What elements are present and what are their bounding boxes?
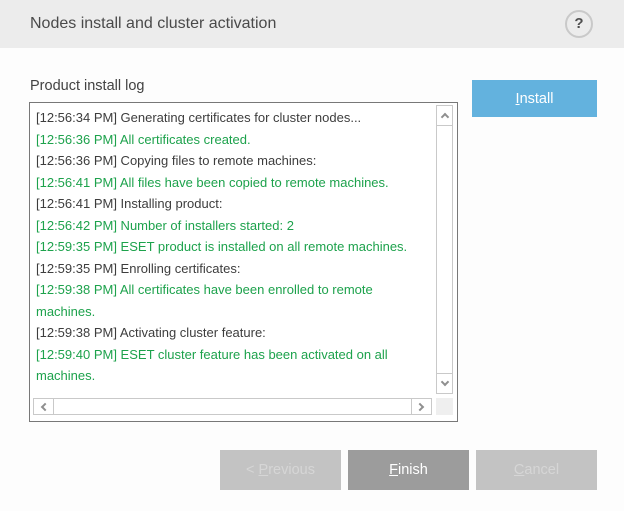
chevron-down-icon bbox=[440, 378, 448, 386]
title-bar: Nodes install and cluster activation ? bbox=[0, 0, 624, 48]
scrollbar-corner bbox=[436, 398, 453, 415]
vertical-scrollbar[interactable] bbox=[436, 105, 453, 394]
log-section-label: Product install log bbox=[30, 78, 144, 94]
chevron-left-icon bbox=[41, 402, 49, 410]
wizard-dialog: Nodes install and cluster activation ? P… bbox=[0, 0, 624, 511]
cancel-button[interactable]: Cancel bbox=[476, 450, 597, 490]
finish-button[interactable]: Finish bbox=[348, 450, 469, 490]
scroll-down-button[interactable] bbox=[437, 373, 452, 393]
install-button[interactable]: Install bbox=[472, 80, 597, 117]
log-entry: [12:59:35 PM] ESET product is installed … bbox=[36, 236, 435, 258]
horizontal-scrollbar[interactable] bbox=[33, 398, 432, 415]
previous-button[interactable]: < Previous bbox=[220, 450, 341, 490]
scroll-left-button[interactable] bbox=[34, 399, 54, 414]
log-entry: [12:56:42 PM] Number of installers start… bbox=[36, 215, 435, 237]
question-mark-icon: ? bbox=[574, 15, 583, 32]
log-entry: [12:56:41 PM] Installing product: bbox=[36, 193, 435, 215]
log-entry: [12:56:41 PM] All files have been copied… bbox=[36, 172, 435, 194]
log-entry: [12:56:36 PM] Copying files to remote ma… bbox=[36, 150, 435, 172]
log-entry: [12:56:34 PM] Generating certificates fo… bbox=[36, 107, 435, 129]
log-text: [12:56:34 PM] Generating certificates fo… bbox=[36, 107, 435, 387]
scroll-up-button[interactable] bbox=[437, 106, 452, 126]
log-entry: [12:59:35 PM] Enrolling certificates: bbox=[36, 258, 435, 280]
log-entry: [12:59:40 PM] ESET cluster feature has b… bbox=[36, 344, 435, 387]
log-entry: [12:56:36 PM] All certificates created. bbox=[36, 129, 435, 151]
scroll-right-button[interactable] bbox=[411, 399, 431, 414]
product-install-log-box: [12:56:34 PM] Generating certificates fo… bbox=[29, 102, 458, 422]
page-title: Nodes install and cluster activation bbox=[30, 0, 276, 48]
chevron-up-icon bbox=[440, 113, 448, 121]
log-entry: [12:59:38 PM] Activating cluster feature… bbox=[36, 322, 435, 344]
log-entry: [12:59:38 PM] All certificates have been… bbox=[36, 279, 435, 322]
help-button[interactable]: ? bbox=[565, 10, 593, 38]
chevron-right-icon bbox=[416, 402, 424, 410]
